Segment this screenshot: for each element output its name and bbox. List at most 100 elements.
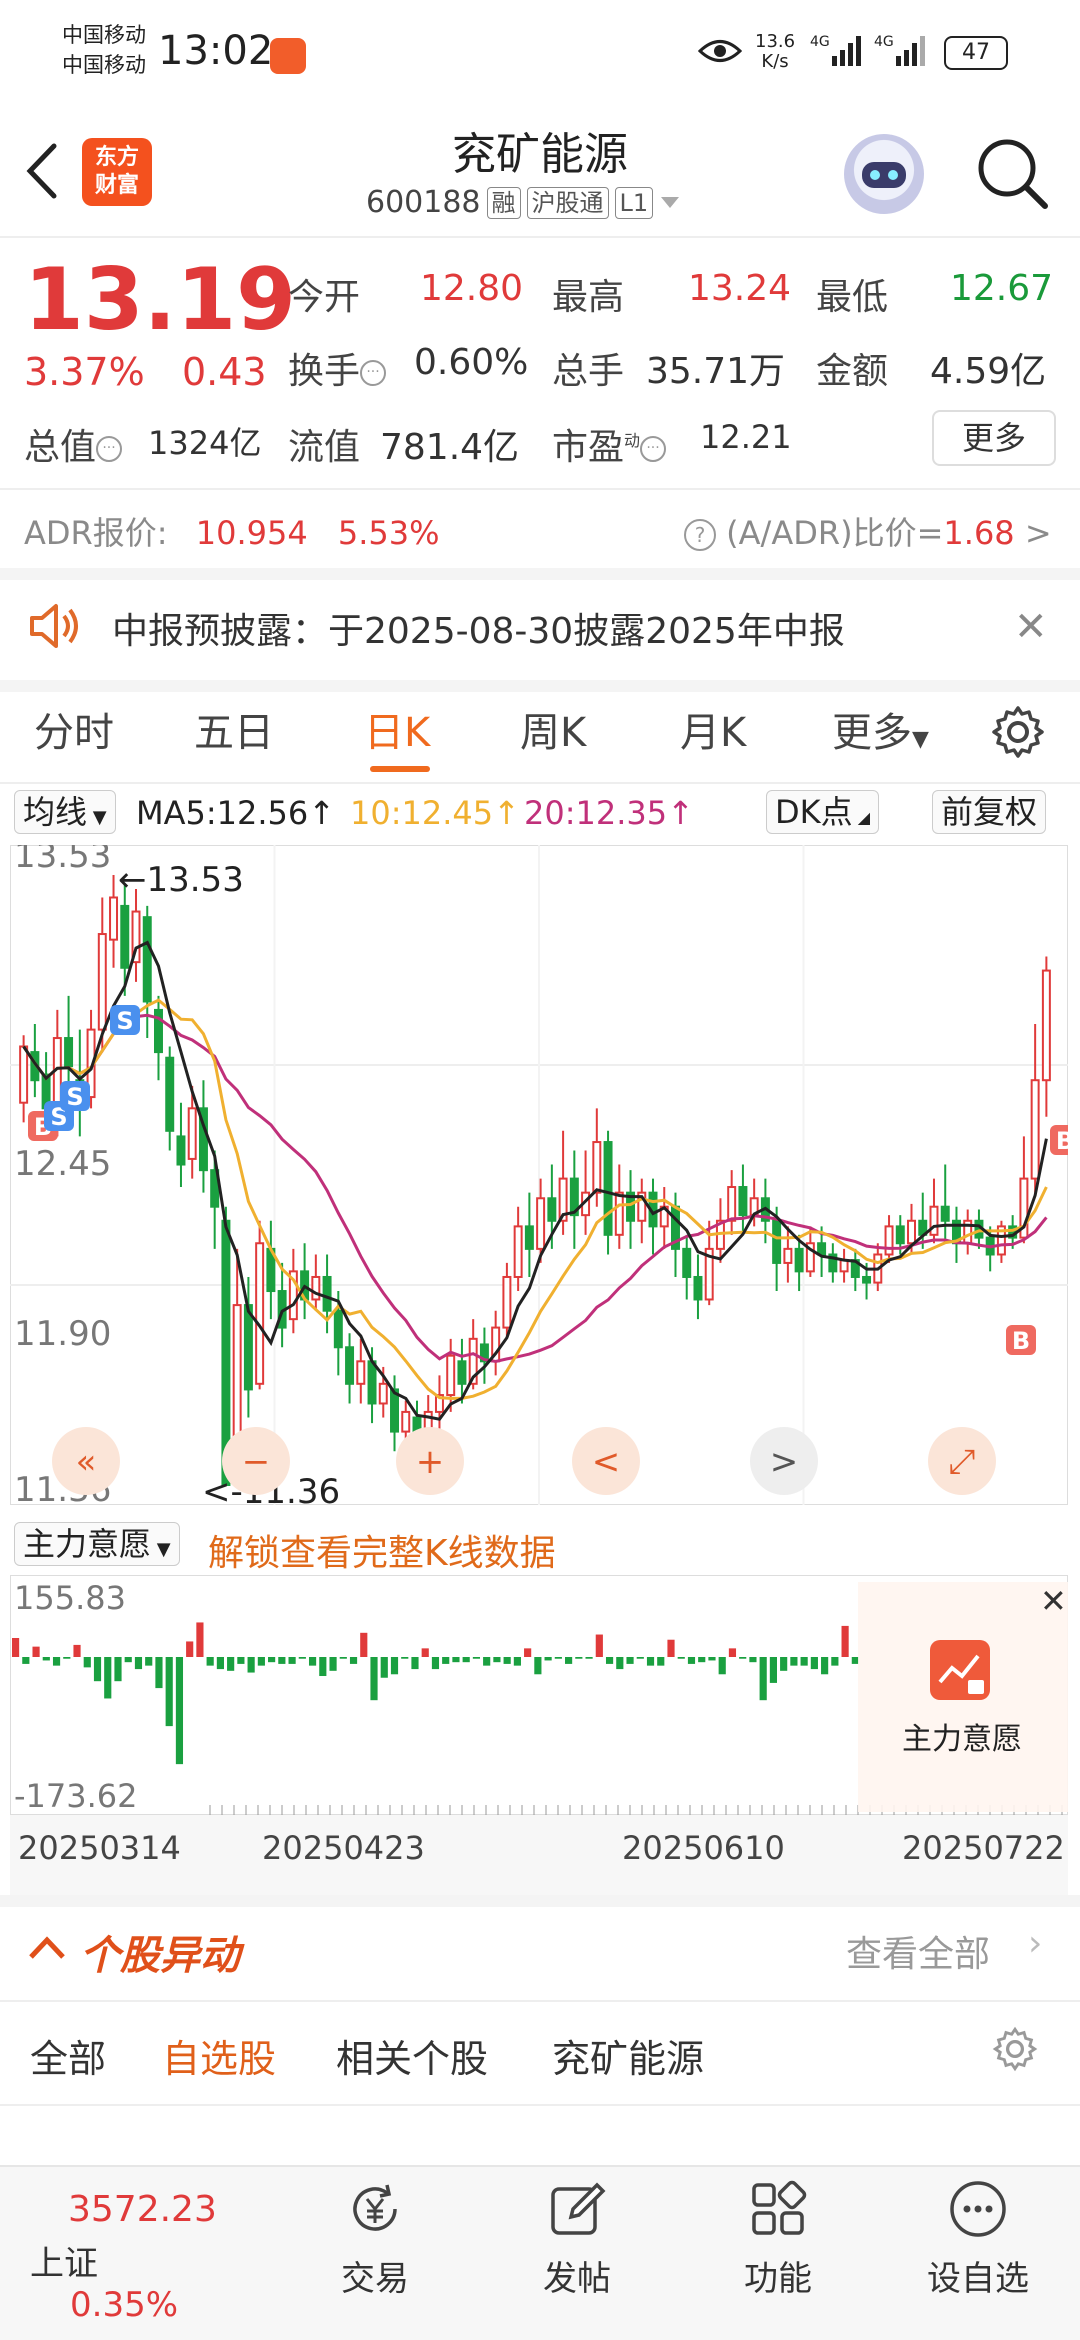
- turnover-value: 0.60%: [414, 342, 529, 383]
- tab-weekly-k[interactable]: 周K: [520, 700, 586, 758]
- dk-point-label: DK点: [775, 793, 853, 831]
- close-icon[interactable]: ✕: [1014, 604, 1048, 650]
- force-bar: [575, 1657, 583, 1659]
- force-bar: [565, 1657, 573, 1664]
- subtab-all[interactable]: 全部: [30, 2028, 106, 2083]
- candle-body: [367, 1360, 377, 1405]
- force-bar: [360, 1632, 368, 1657]
- tab-intraday[interactable]: 分时: [34, 700, 114, 758]
- divider: [0, 782, 1080, 784]
- candle-body: [895, 1225, 905, 1245]
- more-quote-button[interactable]: 更多: [932, 410, 1056, 466]
- notice-banner[interactable]: 中报预披露：于2025-08-30披露2025年中报 ✕: [0, 578, 1080, 678]
- zoom-control[interactable]: «: [76, 1442, 97, 1482]
- main-force-badge[interactable]: ✕ 主力意愿: [858, 1582, 1068, 1812]
- unlock-kline-link[interactable]: 解锁查看完整K线数据: [208, 1524, 556, 1576]
- candle-body: [401, 1410, 411, 1433]
- battery-icon: 47: [944, 36, 1008, 70]
- force-bar: [206, 1657, 214, 1666]
- gear-icon[interactable]: [992, 2026, 1038, 2072]
- force-bar: [401, 1657, 409, 1659]
- adr-ratio[interactable]: ? (A/ADR)比价=1.68 >: [684, 508, 1052, 554]
- subtab-watchlist[interactable]: 自选股: [162, 2028, 276, 2083]
- high-value: 13.24: [688, 268, 792, 309]
- edit-icon: [551, 2182, 606, 2235]
- tab-five-day[interactable]: 五日: [194, 700, 274, 758]
- zoom-control[interactable]: ⤢: [948, 1442, 975, 1482]
- eye-icon: [698, 40, 742, 62]
- index-ticker[interactable]: 3572.23 上证 0.35%: [30, 2189, 250, 2325]
- candle-body: [513, 1225, 523, 1278]
- turnover-label: 换手 ···: [288, 342, 387, 394]
- close-icon[interactable]: ✕: [1040, 1582, 1067, 1620]
- nav-add-watchlist[interactable]: 设自选: [903, 2179, 1053, 2300]
- nav-post[interactable]: 发帖: [502, 2179, 652, 2300]
- chevron-down-icon: ▼: [151, 1539, 171, 1560]
- force-bar: [626, 1657, 634, 1664]
- force-bar: [93, 1657, 102, 1682]
- float-label: 流值: [288, 427, 361, 468]
- candle-body: [311, 1275, 321, 1301]
- search-icon[interactable]: [975, 136, 1049, 210]
- tab-more[interactable]: 更多▼: [832, 700, 929, 758]
- yen-refresh-icon: [353, 2184, 397, 2231]
- candle-body: [614, 1191, 624, 1236]
- force-bar: [186, 1641, 194, 1657]
- candle-body: [817, 1242, 827, 1256]
- dk-point-button[interactable]: DK点 ◢: [766, 790, 880, 834]
- k-line-chart[interactable]: 13.5312.4511.9011.36←13.53<-11.36BSSSBB«…: [10, 845, 1068, 1505]
- zoom-control[interactable]: >: [770, 1442, 799, 1482]
- indicator-selector[interactable]: 主力意愿 ▼: [14, 1522, 180, 1566]
- signal-icon-2: 4G: [874, 34, 926, 72]
- sell-marker: S: [116, 1007, 133, 1035]
- date-label: 20250610: [622, 1829, 785, 1867]
- adr-row[interactable]: ADR报价: 10.954 5.53%: [24, 508, 440, 554]
- zoom-control[interactable]: +: [416, 1442, 445, 1482]
- mktcap-label-text: 总值: [24, 427, 97, 468]
- info-icon[interactable]: ···: [640, 436, 667, 462]
- candle-body: [109, 896, 119, 941]
- force-bar: [472, 1657, 481, 1659]
- zoom-control[interactable]: −: [242, 1442, 271, 1482]
- help-icon[interactable]: ?: [684, 519, 716, 551]
- view-all-link[interactable]: 查看全部: [846, 1925, 990, 1977]
- force-bar: [155, 1657, 163, 1689]
- force-bar: [810, 1657, 818, 1670]
- more-dots-icon: [950, 2181, 1006, 2237]
- adr-pct: 5.53%: [337, 514, 440, 552]
- gear-icon[interactable]: [990, 704, 1046, 760]
- divider: [0, 2000, 1080, 2002]
- buy-marker: B: [1012, 1327, 1030, 1355]
- force-bar: [104, 1657, 112, 1699]
- movers-header[interactable]: 个股异动 查看全部 ›: [0, 1905, 1080, 1995]
- force-bar: [780, 1657, 788, 1671]
- adjust-button[interactable]: 前复权: [932, 790, 1047, 834]
- low-value: 12.67: [950, 268, 1054, 309]
- info-icon[interactable]: ···: [360, 360, 387, 386]
- assistant-avatar[interactable]: [844, 134, 924, 214]
- tag-margin: 融: [486, 186, 521, 219]
- force-bar: [83, 1657, 91, 1668]
- nav-functions[interactable]: 功能: [703, 2179, 853, 2300]
- force-bar: [257, 1657, 265, 1666]
- subtab-stock[interactable]: 兖矿能源: [552, 2028, 704, 2083]
- grid-icon: [752, 2180, 807, 2235]
- index-value: 3572.23: [68, 2189, 217, 2230]
- info-icon[interactable]: ···: [96, 436, 123, 462]
- ma-selector[interactable]: 均线 ▼: [14, 790, 116, 834]
- pe-label: 市盈动 ···: [552, 418, 667, 470]
- nav-trade[interactable]: 交易: [300, 2179, 450, 2300]
- signal-label-1: 4G: [810, 34, 830, 50]
- candle-body: [524, 1225, 534, 1250]
- force-bar: [134, 1657, 143, 1670]
- subtab-related[interactable]: 相关个股: [336, 2028, 488, 2083]
- candle-body: [97, 933, 107, 1031]
- tab-monthly-k[interactable]: 月K: [680, 700, 746, 758]
- force-bar: [288, 1657, 296, 1664]
- force-bar: [718, 1657, 726, 1675]
- tab-daily-k[interactable]: 日K: [364, 700, 430, 758]
- zoom-control[interactable]: <: [592, 1442, 621, 1482]
- stock-code-row[interactable]: 600188 融 沪股通 L1: [366, 185, 681, 220]
- speaker-icon: [30, 604, 78, 648]
- force-bar: [329, 1657, 337, 1671]
